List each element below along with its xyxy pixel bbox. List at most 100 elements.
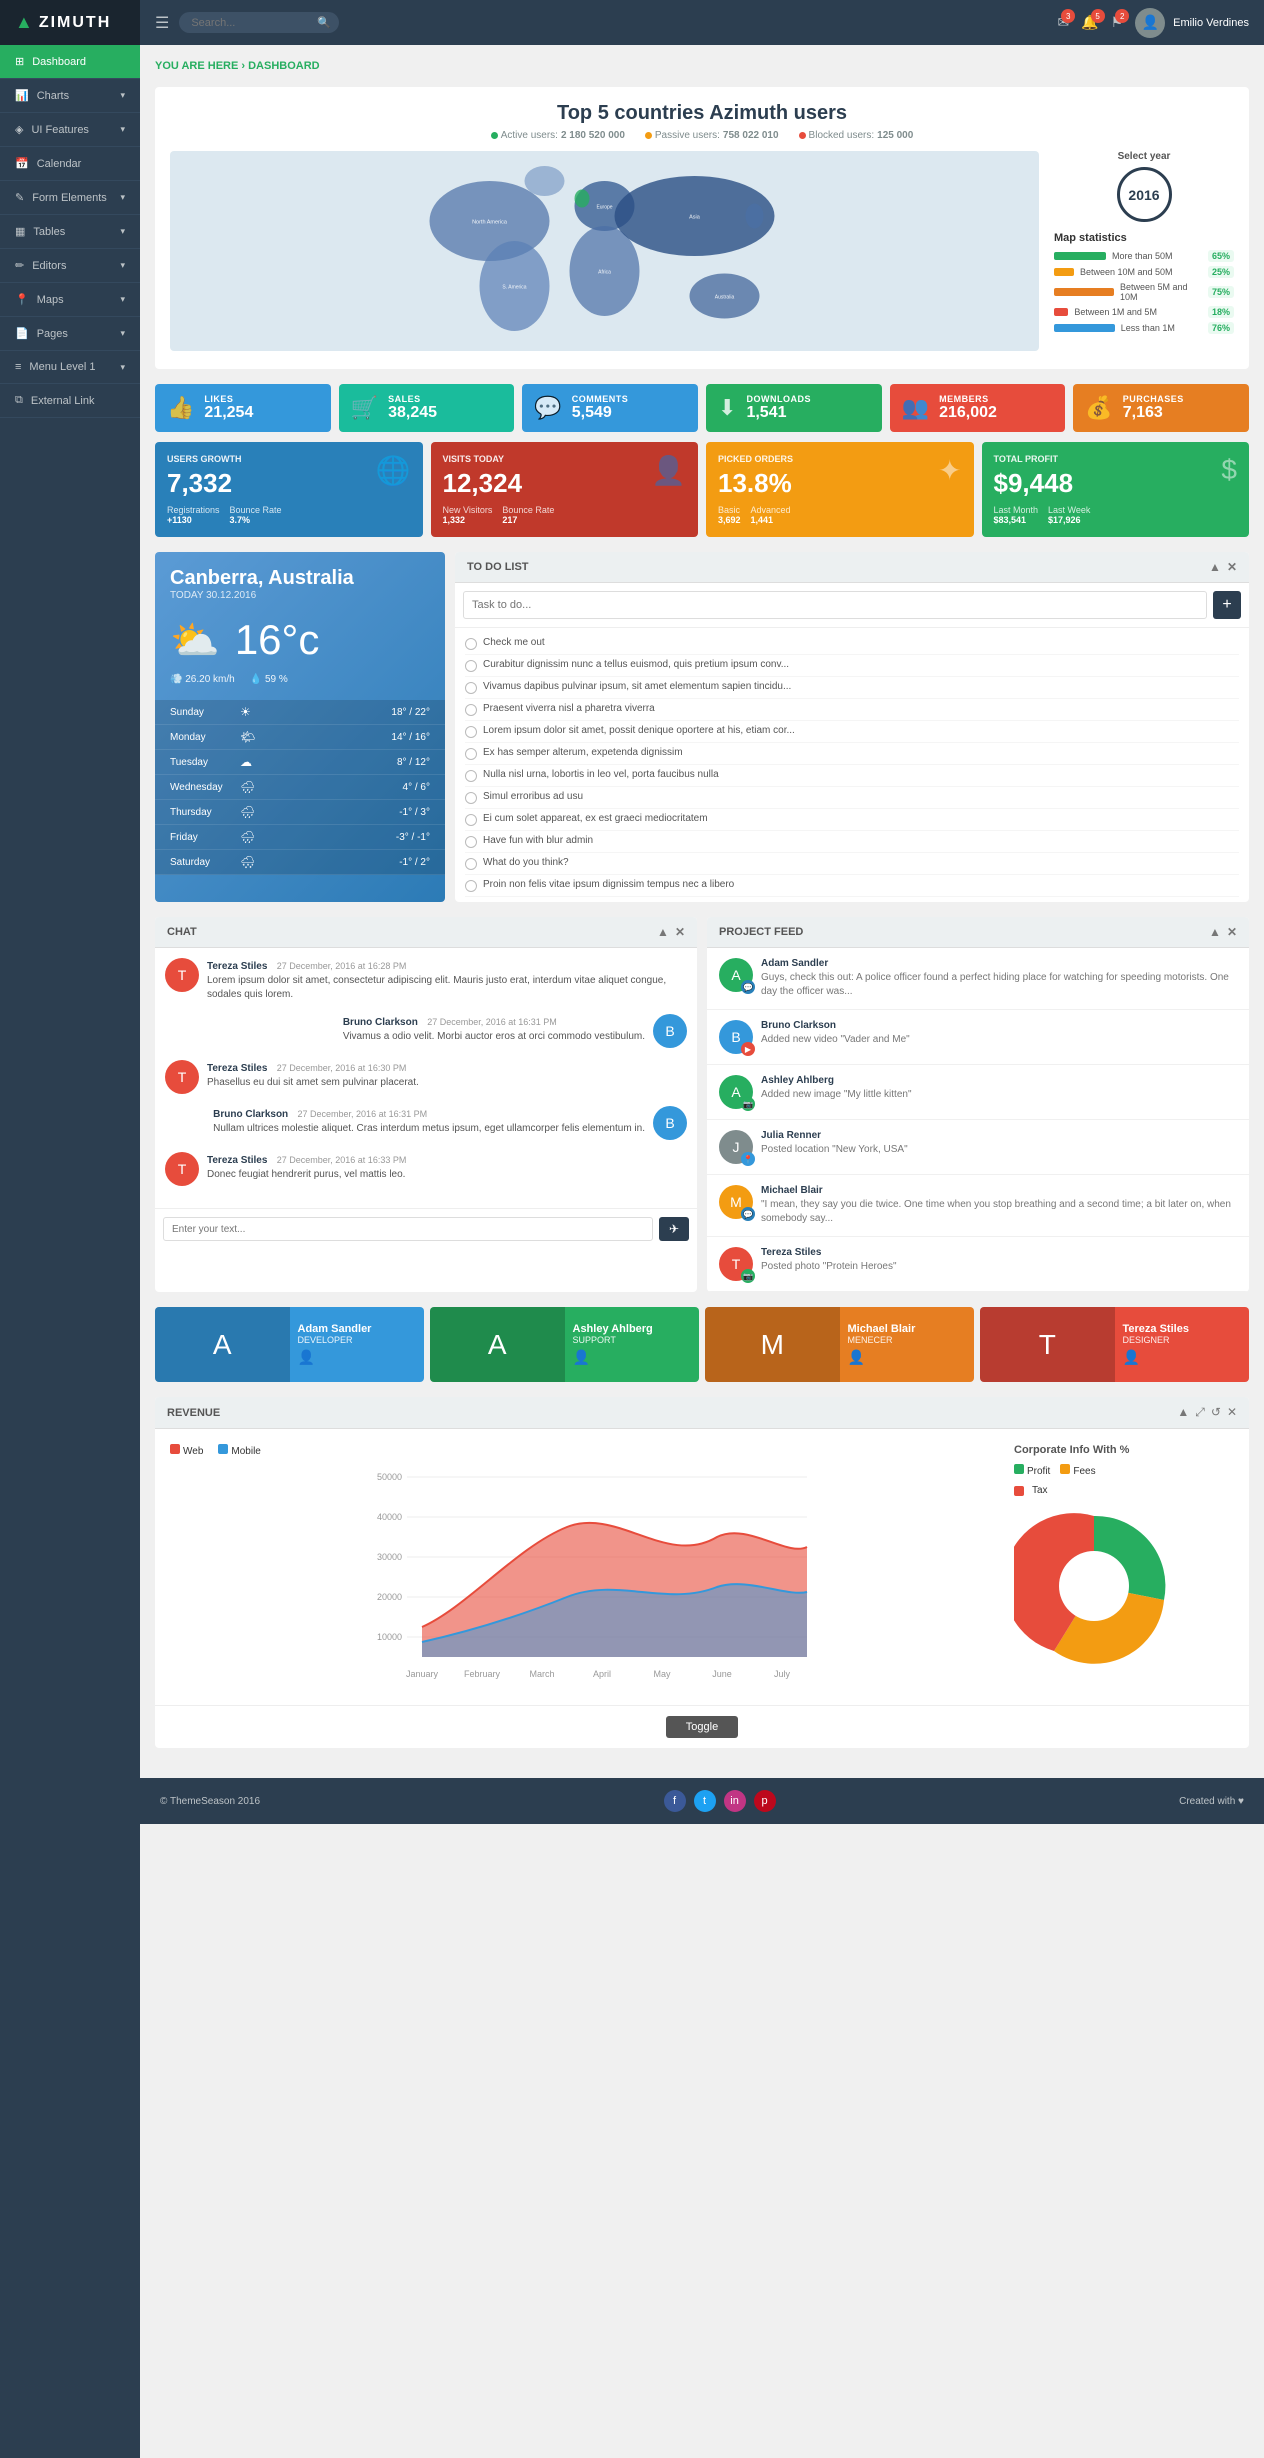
sidebar-item-ui-features[interactable]: ◈ UI Features ▾ bbox=[0, 113, 140, 147]
team-photo: A bbox=[155, 1307, 290, 1382]
todo-item[interactable]: Vivamus dapibus pulvinar ipsum, sit amet… bbox=[465, 677, 1239, 699]
team-profile-icon[interactable]: 👤 bbox=[848, 1349, 967, 1366]
chat-time: 27 December, 2016 at 16:28 PM bbox=[277, 961, 407, 971]
forecast-day: Monday bbox=[170, 732, 240, 743]
todo-checkbox[interactable] bbox=[465, 858, 477, 870]
todo-add-button[interactable]: + bbox=[1213, 591, 1241, 619]
chat-avatar: B bbox=[653, 1014, 687, 1048]
svg-text:February: February bbox=[464, 1669, 501, 1679]
user-menu[interactable]: 👤 Emilio Verdines bbox=[1135, 8, 1249, 38]
project-description: Posted location "New York, USA" bbox=[761, 1143, 908, 1157]
todo-item[interactable]: Curabitur dignissim nunc a tellus euismo… bbox=[465, 655, 1239, 677]
map-legend: Map statistics More than 50M 65% Between… bbox=[1054, 232, 1234, 334]
project-person-name: Tereza Stiles bbox=[761, 1247, 897, 1258]
todo-input[interactable] bbox=[463, 591, 1207, 619]
revenue-collapse-btn[interactable]: ▲ bbox=[1177, 1405, 1189, 1420]
chat-collapse-btn[interactable]: ▲ bbox=[657, 925, 669, 939]
revenue-close-btn[interactable]: ✕ bbox=[1227, 1405, 1237, 1420]
todo-item[interactable]: Nulla nisl urna, lobortis in leo vel, po… bbox=[465, 765, 1239, 787]
forecast-icon: 🌨 bbox=[240, 855, 270, 869]
todo-checkbox[interactable] bbox=[465, 748, 477, 760]
todo-text: Nulla nisl urna, lobortis in leo vel, po… bbox=[483, 769, 719, 780]
todo-item[interactable]: Praesent viverra nisl a pharetra viverra bbox=[465, 699, 1239, 721]
team-profile-icon[interactable]: 👤 bbox=[573, 1349, 692, 1366]
stat-icon: 👍 bbox=[167, 395, 194, 421]
year-circle[interactable]: 2016 bbox=[1117, 167, 1172, 222]
sidebar-item-tables[interactable]: ▦ Tables ▾ bbox=[0, 215, 140, 249]
chevron-down-icon: ▾ bbox=[120, 90, 125, 101]
todo-checkbox[interactable] bbox=[465, 682, 477, 694]
project-close-btn[interactable]: ✕ bbox=[1227, 925, 1237, 939]
search-input[interactable] bbox=[191, 17, 311, 29]
forecast-icon: 🌤 bbox=[240, 730, 270, 744]
chat-send-button[interactable]: ✈ bbox=[659, 1217, 689, 1241]
project-description: Added new video "Vader and Me" bbox=[761, 1033, 910, 1047]
project-avatar: A 📷 bbox=[719, 1075, 753, 1109]
chat-sender-name: Tereza Stiles bbox=[207, 1155, 267, 1166]
legend-item: Between 10M and 50M 25% bbox=[1054, 266, 1234, 278]
sidebar-item-form-elements[interactable]: ✎ Form Elements ▾ bbox=[0, 181, 140, 215]
revenue-title: REVENUE bbox=[167, 1407, 220, 1419]
chat-close-btn[interactable]: ✕ bbox=[675, 925, 685, 939]
team-card[interactable]: A Ashley Ahlberg SUPPORT 👤 bbox=[430, 1307, 699, 1382]
todo-checkbox[interactable] bbox=[465, 814, 477, 826]
forecast-icon: ☁ bbox=[240, 755, 270, 769]
bell-icon[interactable]: 🔔5 bbox=[1081, 14, 1098, 31]
todo-checkbox[interactable] bbox=[465, 770, 477, 782]
project-collapse-btn[interactable]: ▲ bbox=[1209, 925, 1221, 939]
instagram-icon[interactable]: in bbox=[724, 1790, 746, 1812]
legend-bar bbox=[1054, 252, 1106, 260]
team-card[interactable]: A Adam Sandler DEVELOPER 👤 bbox=[155, 1307, 424, 1382]
sidebar-item-maps[interactable]: 📍 Maps ▾ bbox=[0, 283, 140, 317]
toggle-button[interactable]: Toggle bbox=[666, 1716, 738, 1738]
sidebar-item-calendar[interactable]: 📅 Calendar bbox=[0, 147, 140, 181]
chat-input[interactable] bbox=[163, 1217, 653, 1241]
team-card[interactable]: T Tereza Stiles DESIGNER 👤 bbox=[980, 1307, 1249, 1382]
todo-item[interactable]: Ei cum solet appareat, ex est graeci med… bbox=[465, 809, 1239, 831]
sidebar-item-editors[interactable]: ✏ Editors ▾ bbox=[0, 249, 140, 283]
chart-area: Web Mobile 50000 40000 30000 20000 10000 bbox=[170, 1444, 1004, 1690]
mail-icon[interactable]: ✉3 bbox=[1057, 14, 1069, 31]
team-card[interactable]: M Michael Blair MENECER 👤 bbox=[705, 1307, 974, 1382]
team-profile-icon[interactable]: 👤 bbox=[298, 1349, 417, 1366]
hamburger-icon[interactable]: ☰ bbox=[155, 13, 169, 33]
todo-checkbox[interactable] bbox=[465, 704, 477, 716]
sidebar-item-charts[interactable]: 📊 Charts ▾ bbox=[0, 79, 140, 113]
todo-close-btn[interactable]: ✕ bbox=[1227, 560, 1237, 574]
todo-checkbox[interactable] bbox=[465, 726, 477, 738]
chat-time: 27 December, 2016 at 16:31 PM bbox=[427, 1017, 557, 1027]
revenue-expand-btn[interactable]: ⤢ bbox=[1195, 1405, 1205, 1420]
metric-main: $9,448 bbox=[994, 468, 1074, 499]
todo-checkbox[interactable] bbox=[465, 638, 477, 650]
todo-checkbox[interactable] bbox=[465, 660, 477, 672]
todo-checkbox[interactable] bbox=[465, 880, 477, 892]
sidebar-item-external-link[interactable]: ⧉ External Link bbox=[0, 384, 140, 418]
todo-checkbox[interactable] bbox=[465, 836, 477, 848]
facebook-icon[interactable]: f bbox=[664, 1790, 686, 1812]
todo-item[interactable]: Check me out bbox=[465, 633, 1239, 655]
sidebar-item-pages[interactable]: 📄 Pages ▾ bbox=[0, 317, 140, 351]
todo-item[interactable]: Lorem ipsum dolor sit amet, possit deniq… bbox=[465, 721, 1239, 743]
sidebar-item-label: ◈ UI Features bbox=[15, 123, 89, 136]
team-profile-icon[interactable]: 👤 bbox=[1123, 1349, 1242, 1366]
logo[interactable]: ▲ ZIMUTH bbox=[0, 0, 140, 45]
todo-collapse-btn[interactable]: ▲ bbox=[1209, 560, 1221, 574]
todo-item[interactable]: Ex has semper alterum, expetenda digniss… bbox=[465, 743, 1239, 765]
todo-checkbox[interactable] bbox=[465, 792, 477, 804]
sidebar-item-dashboard[interactable]: ⊞ Dashboard bbox=[0, 45, 140, 79]
chat-avatar: T bbox=[165, 1152, 199, 1186]
todo-item[interactable]: What do you think? bbox=[465, 853, 1239, 875]
revenue-refresh-btn[interactable]: ↺ bbox=[1211, 1405, 1221, 1420]
sidebar: ▲ ZIMUTH ⊞ Dashboard 📊 Charts ▾ ◈ UI Fea… bbox=[0, 0, 140, 2458]
sidebar-item-menu-level 1[interactable]: ≡ Menu Level 1 ▾ bbox=[0, 351, 140, 384]
twitter-icon[interactable]: t bbox=[694, 1790, 716, 1812]
chat-text: Donec feugiat hendrerit purus, vel matti… bbox=[207, 1168, 406, 1182]
project-description: Posted photo "Protein Heroes" bbox=[761, 1260, 897, 1274]
todo-item[interactable]: Proin non felis vitae ipsum dignissim te… bbox=[465, 875, 1239, 897]
svg-text:Australia: Australia bbox=[715, 295, 735, 301]
flag-icon[interactable]: ⚑2 bbox=[1111, 14, 1124, 31]
todo-item[interactable]: Simul erroribus ad usu bbox=[465, 787, 1239, 809]
pinterest-icon[interactable]: p bbox=[754, 1790, 776, 1812]
todo-text: Have fun with blur admin bbox=[483, 835, 593, 846]
todo-item[interactable]: Have fun with blur admin bbox=[465, 831, 1239, 853]
